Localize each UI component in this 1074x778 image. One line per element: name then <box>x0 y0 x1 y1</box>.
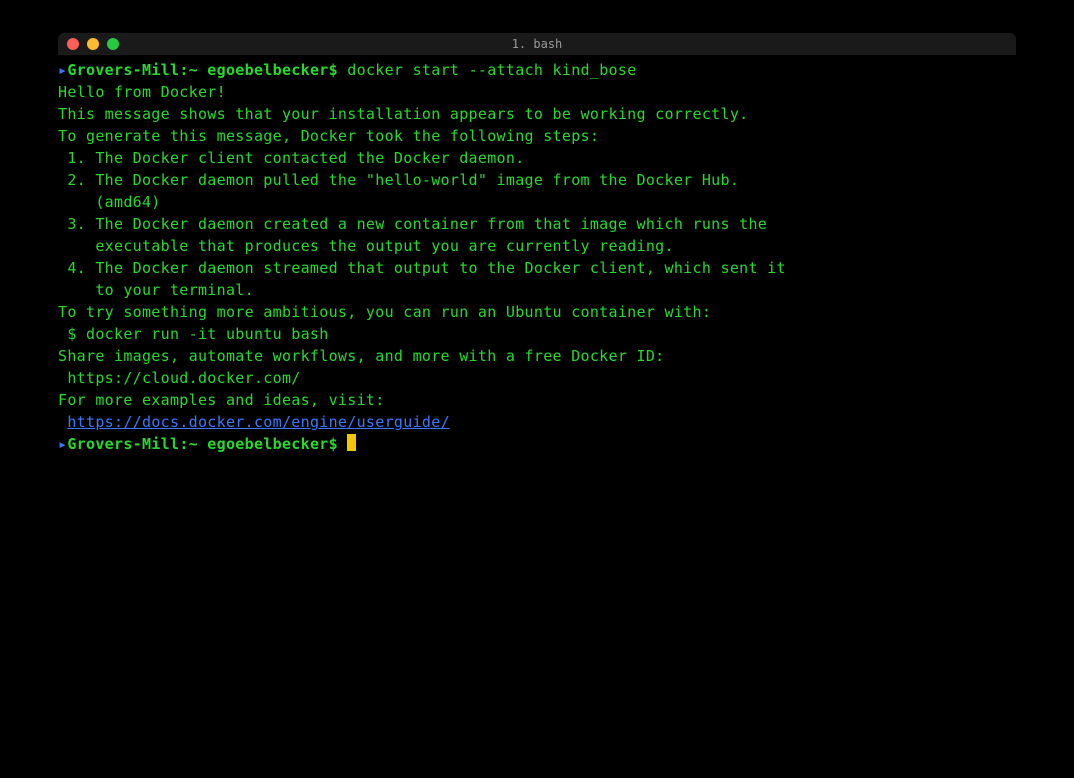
terminal-body[interactable]: ▸Grovers-Mill:~ egoebelbecker$ docker st… <box>58 55 1016 455</box>
prompt-caret-icon: ▸ <box>58 61 67 79</box>
output-line: executable that produces the output you … <box>58 235 1016 257</box>
output-line: 1. The Docker client contacted the Docke… <box>58 147 1016 169</box>
output-line: To generate this message, Docker took th… <box>58 125 1016 147</box>
docs-link[interactable]: https://docs.docker.com/engine/userguide… <box>67 413 450 431</box>
maximize-icon[interactable] <box>107 38 119 50</box>
prompt-line-1: ▸Grovers-Mill:~ egoebelbecker$ docker st… <box>58 59 1016 81</box>
output-line: 3. The Docker daemon created a new conta… <box>58 213 1016 235</box>
window-title: 1. bash <box>58 37 1016 51</box>
output-line: 2. The Docker daemon pulled the "hello-w… <box>58 169 1016 191</box>
output-line: https://cloud.docker.com/ <box>58 367 1016 389</box>
terminal-window: 1. bash ▸Grovers-Mill:~ egoebelbecker$ d… <box>58 33 1016 721</box>
traffic-lights <box>58 38 119 50</box>
output-line: $ docker run -it ubuntu bash <box>58 323 1016 345</box>
output-line: This message shows that your installatio… <box>58 103 1016 125</box>
close-icon[interactable] <box>67 38 79 50</box>
output-line: (amd64) <box>58 191 1016 213</box>
prompt-line-2: ▸Grovers-Mill:~ egoebelbecker$ <box>58 433 1016 455</box>
output-line: https://docs.docker.com/engine/userguide… <box>58 411 1016 433</box>
output-text <box>58 413 67 431</box>
output-line: Share images, automate workflows, and mo… <box>58 345 1016 367</box>
output-line: For more examples and ideas, visit: <box>58 389 1016 411</box>
output-line: Hello from Docker! <box>58 81 1016 103</box>
output-line: 4. The Docker daemon streamed that outpu… <box>58 257 1016 279</box>
output-line: To try something more ambitious, you can… <box>58 301 1016 323</box>
command-text: docker start --attach kind_bose <box>347 61 636 79</box>
cursor-icon <box>347 434 356 451</box>
titlebar: 1. bash <box>58 33 1016 55</box>
prompt-text: Grovers-Mill:~ egoebelbecker$ <box>67 435 347 453</box>
prompt-text: Grovers-Mill:~ egoebelbecker$ <box>67 61 347 79</box>
minimize-icon[interactable] <box>87 38 99 50</box>
prompt-caret-icon: ▸ <box>58 435 67 453</box>
output-line: to your terminal. <box>58 279 1016 301</box>
